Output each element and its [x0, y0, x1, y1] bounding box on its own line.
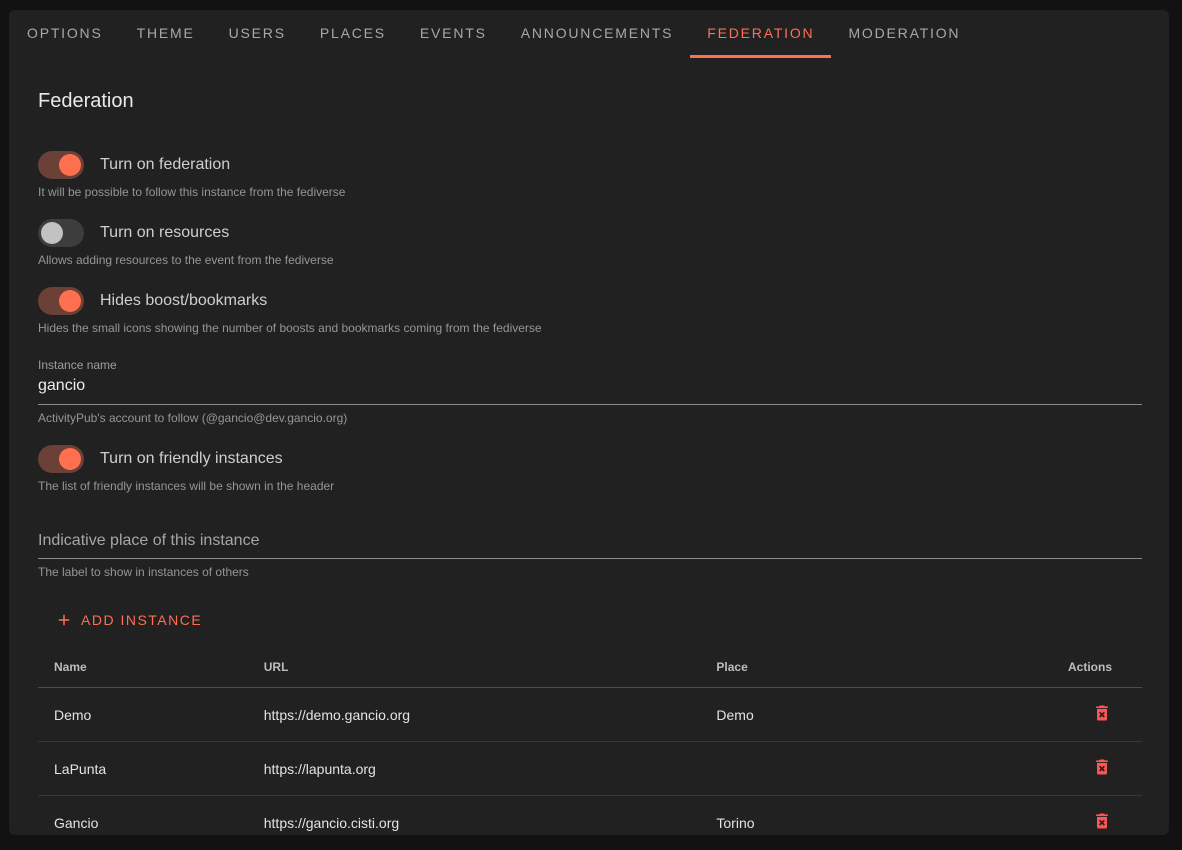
column-header-url: URL: [248, 650, 701, 688]
boost-switch-group: Hides boost/bookmarks Hides the small ic…: [38, 287, 1142, 335]
tab-users[interactable]: USERS: [212, 10, 303, 58]
trash-delete-icon: [1092, 703, 1112, 723]
friendly-instances-toggle[interactable]: [38, 445, 84, 473]
instance-place-hint: The label to show in instances of others: [38, 565, 1142, 579]
friendly-instances-table: Name URL Place Actions Demo https://demo…: [38, 650, 1142, 835]
tab-moderation[interactable]: MODERATION: [831, 10, 977, 58]
instance-place-input[interactable]: [38, 524, 1142, 559]
federation-toggle-label: Turn on federation: [100, 156, 230, 174]
table-header-row: Name URL Place Actions: [38, 650, 1142, 688]
table-row: Demo https://demo.gancio.org Demo: [38, 688, 1142, 742]
resources-toggle-hint: Allows adding resources to the event fro…: [38, 253, 1142, 267]
trash-delete-icon: [1092, 757, 1112, 777]
trash-delete-icon: [1092, 811, 1112, 831]
hide-boost-toggle-hint: Hides the small icons showing the number…: [38, 321, 1142, 335]
hide-boost-toggle[interactable]: [38, 287, 84, 315]
instance-name-cell: Demo: [38, 688, 248, 742]
instance-name-cell: LaPunta: [38, 742, 248, 796]
admin-tab-bar: OPTIONS THEME USERS PLACES EVENTS ANNOUN…: [9, 10, 1169, 58]
add-instance-button-label: ADD INSTANCE: [81, 612, 202, 628]
friendly-instances-toggle-label: Turn on friendly instances: [100, 450, 283, 468]
tab-announcements[interactable]: ANNOUNCEMENTS: [504, 10, 691, 58]
instance-name-field-group: Instance name ActivityPub's account to f…: [38, 358, 1142, 425]
tab-options[interactable]: OPTIONS: [10, 10, 120, 58]
instance-name-cell: Gancio: [38, 796, 248, 836]
instance-name-label: Instance name: [38, 358, 1142, 372]
tab-federation[interactable]: FEDERATION: [690, 10, 831, 58]
tab-events[interactable]: EVENTS: [403, 10, 504, 58]
federation-toggle-hint: It will be possible to follow this insta…: [38, 185, 1142, 199]
column-header-actions: Actions: [1010, 650, 1143, 688]
instance-place-field-group: The label to show in instances of others: [38, 524, 1142, 579]
instance-place-cell: Torino: [700, 796, 1009, 836]
instance-name-hint: ActivityPub's account to follow (@gancio…: [38, 411, 1142, 425]
plus-icon: [55, 611, 73, 629]
table-row: Gancio https://gancio.cisti.org Torino: [38, 796, 1142, 836]
tab-theme[interactable]: THEME: [120, 10, 212, 58]
table-row: LaPunta https://lapunta.org: [38, 742, 1142, 796]
page-title: Federation: [38, 90, 1142, 113]
column-header-place: Place: [700, 650, 1009, 688]
instance-place-cell: [700, 742, 1009, 796]
delete-instance-button[interactable]: [1092, 703, 1112, 723]
column-header-name: Name: [38, 650, 248, 688]
federation-settings-panel: Federation Turn on federation It will be…: [9, 90, 1169, 835]
instance-url-cell: https://demo.gancio.org: [248, 688, 701, 742]
federation-switch-group: Turn on federation It will be possible t…: [38, 151, 1142, 199]
hide-boost-toggle-label: Hides boost/bookmarks: [100, 292, 267, 310]
add-instance-button[interactable]: ADD INSTANCE: [39, 602, 218, 638]
toggle-thumb: [59, 448, 81, 470]
instance-name-input[interactable]: [38, 374, 1142, 405]
resources-switch-group: Turn on resources Allows adding resource…: [38, 219, 1142, 267]
friendly-switch-group: Turn on friendly instances The list of f…: [38, 445, 1142, 493]
resources-toggle-label: Turn on resources: [100, 224, 229, 242]
instance-url-cell: https://gancio.cisti.org: [248, 796, 701, 836]
admin-panel-card: OPTIONS THEME USERS PLACES EVENTS ANNOUN…: [9, 10, 1169, 835]
resources-toggle[interactable]: [38, 219, 84, 247]
delete-instance-button[interactable]: [1092, 757, 1112, 777]
toggle-thumb: [59, 154, 81, 176]
delete-instance-button[interactable]: [1092, 811, 1112, 831]
toggle-thumb: [41, 222, 63, 244]
instance-url-cell: https://lapunta.org: [248, 742, 701, 796]
federation-toggle[interactable]: [38, 151, 84, 179]
friendly-instances-toggle-hint: The list of friendly instances will be s…: [38, 479, 1142, 493]
instance-place-cell: Demo: [700, 688, 1009, 742]
tab-places[interactable]: PLACES: [303, 10, 403, 58]
toggle-thumb: [59, 290, 81, 312]
